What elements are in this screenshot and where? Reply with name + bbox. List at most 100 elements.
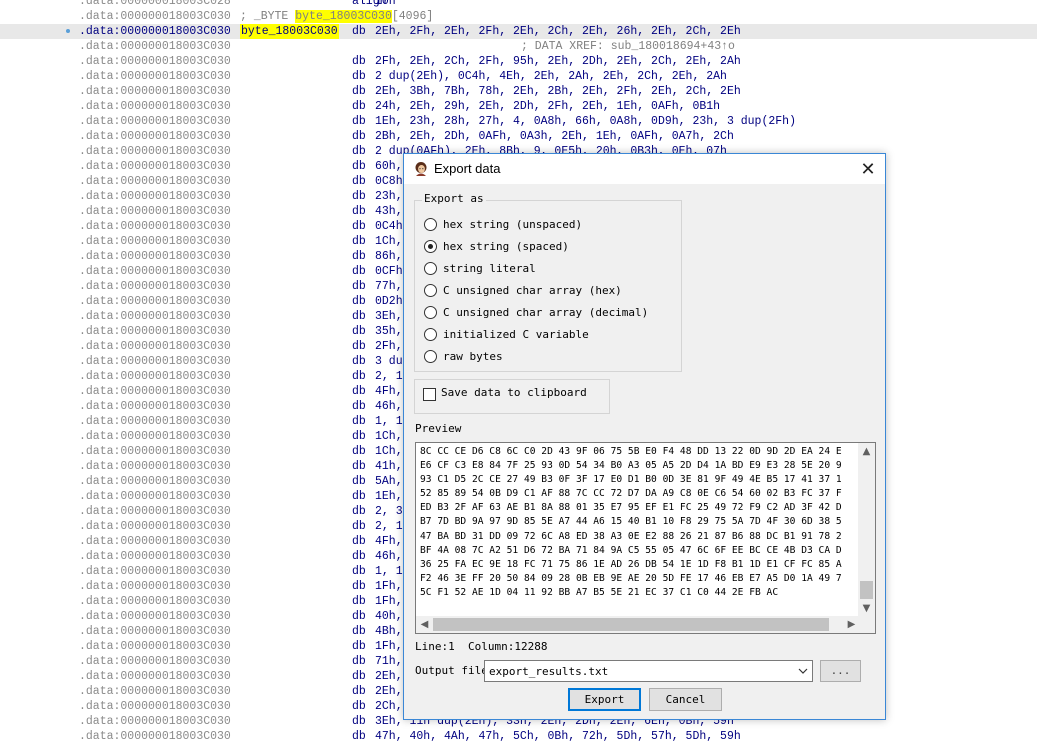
- row-operands[interactable]: 2Fh, 2Eh, 2Ch, 2Fh, 95h, 2Eh, 2Dh, 2Eh, …: [375, 54, 741, 69]
- row-address[interactable]: .data:000000018003C030: [79, 489, 231, 504]
- radio-button[interactable]: [424, 284, 437, 297]
- row-operands[interactable]: 77h,: [375, 279, 403, 294]
- row-address[interactable]: .data:000000018003C030: [79, 399, 231, 414]
- row-address[interactable]: .data:000000018003C030: [79, 714, 231, 729]
- preview-textbox[interactable]: 8C CC CE D6 C8 6C C0 2D 43 9F 06 75 5B E…: [415, 442, 876, 634]
- output-file-value[interactable]: export_results.txt: [489, 665, 608, 678]
- listing-row[interactable]: .data:000000018003C028 align 10h: [0, 0, 1037, 9]
- row-operands[interactable]: 2, 3: [375, 504, 403, 519]
- clipboard-checkbox-box[interactable]: [423, 388, 436, 401]
- radio-button[interactable]: [424, 240, 437, 253]
- listing-row[interactable]: .data:000000018003C030 byte_18003C030 db 2E…: [0, 24, 1037, 39]
- row-address[interactable]: .data:000000018003C030: [79, 384, 231, 399]
- export-button[interactable]: Export: [568, 688, 641, 711]
- export-option-6[interactable]: raw bytes: [424, 348, 674, 366]
- row-operands[interactable]: 47h, 40h, 4Ah, 47h, 5Ch, 0Bh, 72h, 5Dh, …: [375, 729, 741, 744]
- row-operands[interactable]: 43h,: [375, 204, 403, 219]
- row-address[interactable]: .data:000000018003C030: [79, 234, 231, 249]
- row-address[interactable]: .data:000000018003C030: [79, 579, 231, 594]
- row-operands[interactable]: 1, 1: [375, 414, 403, 429]
- row-address[interactable]: .data:000000018003C030: [79, 669, 231, 684]
- listing-row[interactable]: .data:000000018003C030 db 2Fh, 2Eh, 2Ch, 2…: [0, 54, 1037, 69]
- listing-row[interactable]: .data:000000018003C030 db 1Eh, 23h, 28h, 2…: [0, 114, 1037, 129]
- row-address[interactable]: .data:000000018003C030: [79, 144, 231, 159]
- row-operands[interactable]: 2Bh, 2Eh, 2Dh, 0AFh, 0A3h, 2Eh, 1Eh, 0AF…: [375, 129, 734, 144]
- row-address[interactable]: .data:000000018003C028: [79, 0, 231, 9]
- row-address[interactable]: .data:000000018003C030: [79, 699, 231, 714]
- preview-horizontal-scrollbar[interactable]: ◀ ▶: [416, 616, 860, 633]
- row-operands[interactable]: 86h,: [375, 249, 403, 264]
- row-address[interactable]: .data:000000018003C030: [79, 594, 231, 609]
- listing-row[interactable]: .data:000000018003C030 db 2 dup(2Eh), 0C4h…: [0, 69, 1037, 84]
- row-operands[interactable]: 5Ah,: [375, 474, 403, 489]
- row-address[interactable]: .data:000000018003C030: [79, 729, 231, 744]
- row-address[interactable]: .data:000000018003C030: [79, 609, 231, 624]
- close-button[interactable]: ✕: [851, 154, 885, 184]
- row-operands[interactable]: 1Ch,: [375, 234, 403, 249]
- row-address[interactable]: .data:000000018003C030: [79, 504, 231, 519]
- row-operands[interactable]: 2Fh,: [375, 339, 403, 354]
- row-operands[interactable]: 3Eh,: [375, 309, 403, 324]
- row-operands[interactable]: 3 du: [375, 354, 403, 369]
- row-address[interactable]: .data:000000018003C030: [79, 624, 231, 639]
- radio-button[interactable]: [424, 306, 437, 319]
- row-operands[interactable]: 2Eh, 3Bh, 7Bh, 78h, 2Eh, 2Bh, 2Eh, 2Fh, …: [375, 84, 741, 99]
- row-operands[interactable]: 46h,: [375, 399, 403, 414]
- row-address[interactable]: .data:000000018003C030: [79, 174, 231, 189]
- row-operands[interactable]: 10h: [375, 0, 396, 9]
- row-address[interactable]: .data:000000018003C030: [79, 519, 231, 534]
- row-address[interactable]: .data:000000018003C030: [79, 39, 231, 54]
- row-operands[interactable]: 4Bh,: [375, 624, 403, 639]
- row-address[interactable]: .data:000000018003C030: [79, 294, 231, 309]
- row-address[interactable]: .data:000000018003C030: [79, 264, 231, 279]
- row-address[interactable]: .data:000000018003C030: [79, 114, 231, 129]
- row-operands[interactable]: 0CFh: [375, 264, 403, 279]
- row-address[interactable]: .data:000000018003C030: [79, 219, 231, 234]
- row-operands[interactable]: 71h,: [375, 654, 403, 669]
- row-address[interactable]: .data:000000018003C030: [79, 639, 231, 654]
- radio-button[interactable]: [424, 328, 437, 341]
- row-operands[interactable]: 0C4h: [375, 219, 403, 234]
- row-operands[interactable]: 0D2h: [375, 294, 403, 309]
- output-file-combobox[interactable]: export_results.txt: [484, 660, 813, 682]
- row-address[interactable]: .data:000000018003C030: [79, 129, 231, 144]
- row-address[interactable]: .data:000000018003C030: [79, 474, 231, 489]
- row-operands[interactable]: 2, 1: [375, 369, 403, 384]
- row-operands[interactable]: 23h,: [375, 189, 403, 204]
- row-xref-comment[interactable]: ; DATA XREF: sub_180018694+43↑o: [521, 39, 735, 54]
- row-operands[interactable]: 46h,: [375, 549, 403, 564]
- row-address[interactable]: .data:000000018003C030: [79, 564, 231, 579]
- row-operands[interactable]: 1, 1: [375, 564, 403, 579]
- row-operands[interactable]: 0C8h: [375, 174, 403, 189]
- row-address[interactable]: .data:000000018003C030: [79, 54, 231, 69]
- listing-row[interactable]: .data:000000018003C030 db 24h, 2Eh, 29h, 2…: [0, 99, 1037, 114]
- row-operands[interactable]: 1Ch,: [375, 444, 403, 459]
- listing-row[interactable]: .data:000000018003C030 db 2Eh, 3Bh, 7Bh, 7…: [0, 84, 1037, 99]
- horizontal-scroll-thumb[interactable]: [433, 618, 829, 631]
- row-address[interactable]: .data:000000018003C030: [79, 24, 231, 39]
- row-address[interactable]: .data:000000018003C030: [79, 534, 231, 549]
- export-option-2[interactable]: string literal: [424, 260, 674, 278]
- row-address[interactable]: .data:000000018003C030: [79, 204, 231, 219]
- listing-row[interactable]: .data:000000018003C030 db 47h, 40h, 4Ah, 4…: [0, 729, 1037, 744]
- decl-name-highlighted[interactable]: byte_18003C030: [295, 10, 392, 23]
- row-operands[interactable]: 4Fh,: [375, 534, 403, 549]
- row-operands[interactable]: 1Ch,: [375, 429, 403, 444]
- row-operands[interactable]: 2Ch,: [375, 699, 403, 714]
- listing-row[interactable]: .data:000000018003C030 db 2Bh, 2Eh, 2Dh, 0…: [0, 129, 1037, 144]
- row-operands[interactable]: 2Eh,: [375, 684, 403, 699]
- export-option-5[interactable]: initialized C variable: [424, 326, 674, 344]
- export-option-3[interactable]: C unsigned char array (hex): [424, 282, 674, 300]
- row-operands[interactable]: 1Fh,: [375, 639, 403, 654]
- row-address[interactable]: .data:000000018003C030: [79, 99, 231, 114]
- row-operands[interactable]: 2 dup(2Eh), 0C4h, 4Eh, 2Eh, 2Ah, 2Eh, 2C…: [375, 69, 727, 84]
- row-operands[interactable]: 35h,: [375, 324, 403, 339]
- row-address[interactable]: .data:000000018003C030: [79, 339, 231, 354]
- cancel-button[interactable]: Cancel: [649, 688, 722, 711]
- export-option-4[interactable]: C unsigned char array (decimal): [424, 304, 674, 322]
- browse-button[interactable]: ...: [820, 660, 861, 682]
- listing-row[interactable]: .data:000000018003C030; _BYTE byte_18003…: [0, 9, 1037, 24]
- radio-button[interactable]: [424, 350, 437, 363]
- row-operands[interactable]: 2, 1: [375, 519, 403, 534]
- row-address[interactable]: .data:000000018003C030: [79, 324, 231, 339]
